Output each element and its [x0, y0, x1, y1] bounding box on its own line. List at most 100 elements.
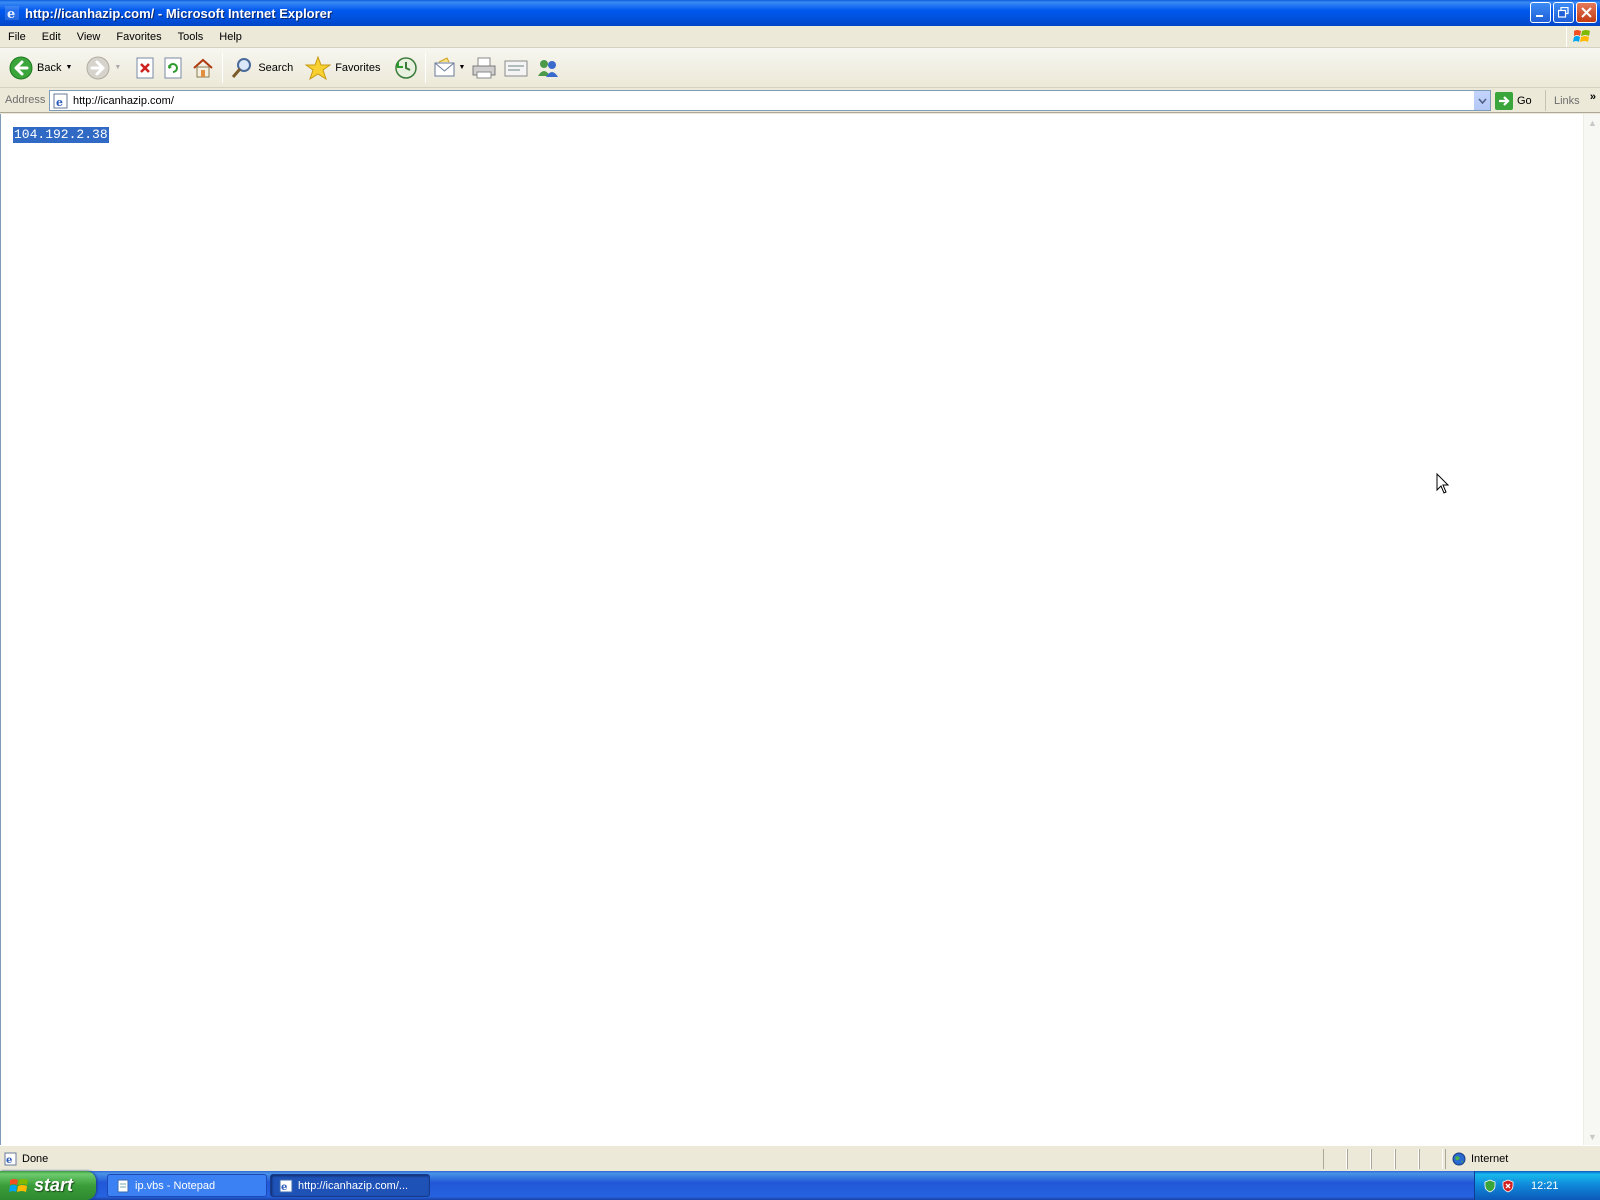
taskbar-item-notepad[interactable]: ip.vbs - Notepad — [107, 1174, 267, 1197]
back-arrow-icon — [9, 56, 33, 79]
toolbar-separator — [222, 52, 224, 83]
svg-text:e: e — [56, 96, 63, 109]
vertical-scrollbar[interactable]: ▲ ▼ — [1583, 114, 1600, 1145]
search-label: Search — [258, 61, 294, 74]
go-button[interactable]: Go — [1495, 90, 1532, 111]
mail-button[interactable]: ▼ — [430, 52, 468, 84]
menu-tools[interactable]: Tools — [170, 27, 212, 47]
refresh-button[interactable] — [160, 52, 188, 84]
svg-text:e: e — [6, 1155, 12, 1166]
system-tray: 12:21 — [1474, 1171, 1600, 1200]
home-icon — [193, 58, 214, 77]
edit-button[interactable] — [500, 52, 532, 84]
menu-favorites[interactable]: Favorites — [108, 27, 169, 47]
ie-icon: e — [279, 1179, 293, 1193]
minimize-button[interactable] — [1530, 2, 1551, 23]
printer-icon — [472, 57, 496, 78]
taskbar-item-ie[interactable]: e http://icanhazip.com/... — [270, 1174, 430, 1197]
chevron-down-icon — [1477, 97, 1487, 104]
minimize-icon — [1536, 15, 1543, 17]
history-icon — [395, 56, 418, 79]
menu-edit[interactable]: Edit — [34, 27, 69, 47]
status-message: e Done — [4, 1152, 48, 1166]
svg-text:e: e — [7, 7, 15, 21]
scroll-down-icon[interactable]: ▼ — [1584, 1128, 1600, 1145]
start-label: start — [34, 1175, 74, 1195]
address-dropdown-button[interactable] — [1473, 91, 1490, 110]
home-button[interactable] — [188, 52, 218, 84]
messenger-button[interactable] — [532, 52, 564, 84]
back-label: Back — [37, 61, 62, 74]
address-bar: Address e http://icanhazip.com/ Go Links… — [0, 88, 1600, 113]
title-bar[interactable]: e http://icanhazip.com/ - Microsoft Inte… — [0, 0, 1600, 26]
taskbar: start ip.vbs - Notepad e http://icanhazi… — [0, 1171, 1600, 1200]
go-label: Go — [1517, 94, 1532, 107]
close-icon — [1581, 7, 1592, 18]
security-zone[interactable]: Internet — [1445, 1149, 1600, 1169]
ie-icon: e — [5, 6, 19, 21]
zone-label: Internet — [1471, 1153, 1509, 1165]
edit-page-icon — [504, 60, 528, 76]
standard-toolbar: Back ▼ ▼ Search Favorites ▼ — [0, 48, 1600, 88]
window-title: http://icanhazip.com/ - Microsoft Intern… — [25, 5, 332, 21]
close-button[interactable] — [1576, 2, 1597, 23]
messenger-icon — [538, 59, 559, 77]
go-arrow-icon — [1495, 91, 1513, 110]
security-alert-icon[interactable] — [1501, 1179, 1515, 1193]
forward-dropdown-icon[interactable]: ▼ — [114, 64, 121, 71]
favorites-star-icon — [305, 55, 332, 80]
search-icon — [232, 57, 252, 78]
window-controls — [1530, 2, 1597, 23]
favorites-button[interactable]: Favorites — [302, 52, 383, 84]
links-toolbar[interactable]: Links — [1545, 90, 1580, 111]
chevron-right-icon[interactable]: » — [1590, 91, 1596, 103]
menu-bar: File Edit View Favorites Tools Help — [0, 26, 1600, 48]
status-pane — [1347, 1149, 1371, 1169]
menu-view[interactable]: View — [69, 27, 109, 47]
page-icon: e — [53, 93, 68, 109]
status-pane — [1395, 1149, 1419, 1169]
restore-icon — [1558, 7, 1569, 18]
stop-icon — [136, 57, 154, 78]
address-input[interactable]: e http://icanhazip.com/ — [49, 90, 1491, 111]
start-button[interactable]: start — [0, 1171, 96, 1200]
notepad-icon — [117, 1179, 129, 1192]
status-pane — [1371, 1149, 1395, 1169]
search-button[interactable]: Search — [227, 52, 296, 84]
mail-icon — [434, 56, 455, 76]
favorites-label: Favorites — [335, 61, 381, 74]
page-content[interactable]: 104.192.2.38 — [0, 114, 1583, 1145]
address-label: Address — [5, 94, 46, 106]
status-bar: e Done Internet — [0, 1145, 1600, 1171]
menu-help[interactable]: Help — [211, 27, 250, 47]
network-shield-icon[interactable] — [1483, 1179, 1497, 1193]
back-dropdown-icon[interactable]: ▼ — [65, 64, 72, 71]
restore-button[interactable] — [1553, 2, 1574, 23]
clock[interactable]: 12:21 — [1531, 1180, 1559, 1192]
address-value: http://icanhazip.com/ — [73, 94, 174, 107]
toolbar-separator — [425, 52, 427, 83]
globe-icon — [1452, 1152, 1466, 1166]
mouse-cursor-icon — [1436, 473, 1450, 494]
task-label: ip.vbs - Notepad — [135, 1179, 216, 1192]
status-text: Done — [22, 1152, 49, 1165]
status-panes — [1323, 1149, 1443, 1169]
stop-button[interactable] — [132, 52, 160, 84]
refresh-icon — [164, 57, 182, 78]
history-button[interactable] — [391, 52, 421, 84]
forward-arrow-icon — [86, 56, 110, 79]
status-pane — [1419, 1149, 1443, 1169]
status-pane — [1323, 1149, 1347, 1169]
scroll-up-icon[interactable]: ▲ — [1584, 114, 1600, 131]
back-button[interactable]: Back ▼ — [6, 52, 75, 84]
svg-text:e: e — [281, 1182, 287, 1193]
mail-dropdown-icon[interactable]: ▼ — [458, 64, 465, 71]
page-done-icon: e — [4, 1152, 17, 1166]
windows-flag-icon — [9, 1178, 28, 1192]
forward-button[interactable]: ▼ — [83, 52, 124, 84]
links-label: Links — [1554, 94, 1580, 107]
print-button[interactable] — [468, 52, 500, 84]
ip-address-text: 104.192.2.38 — [13, 127, 109, 143]
menu-file[interactable]: File — [0, 27, 34, 47]
windows-logo-icon — [1566, 27, 1596, 47]
